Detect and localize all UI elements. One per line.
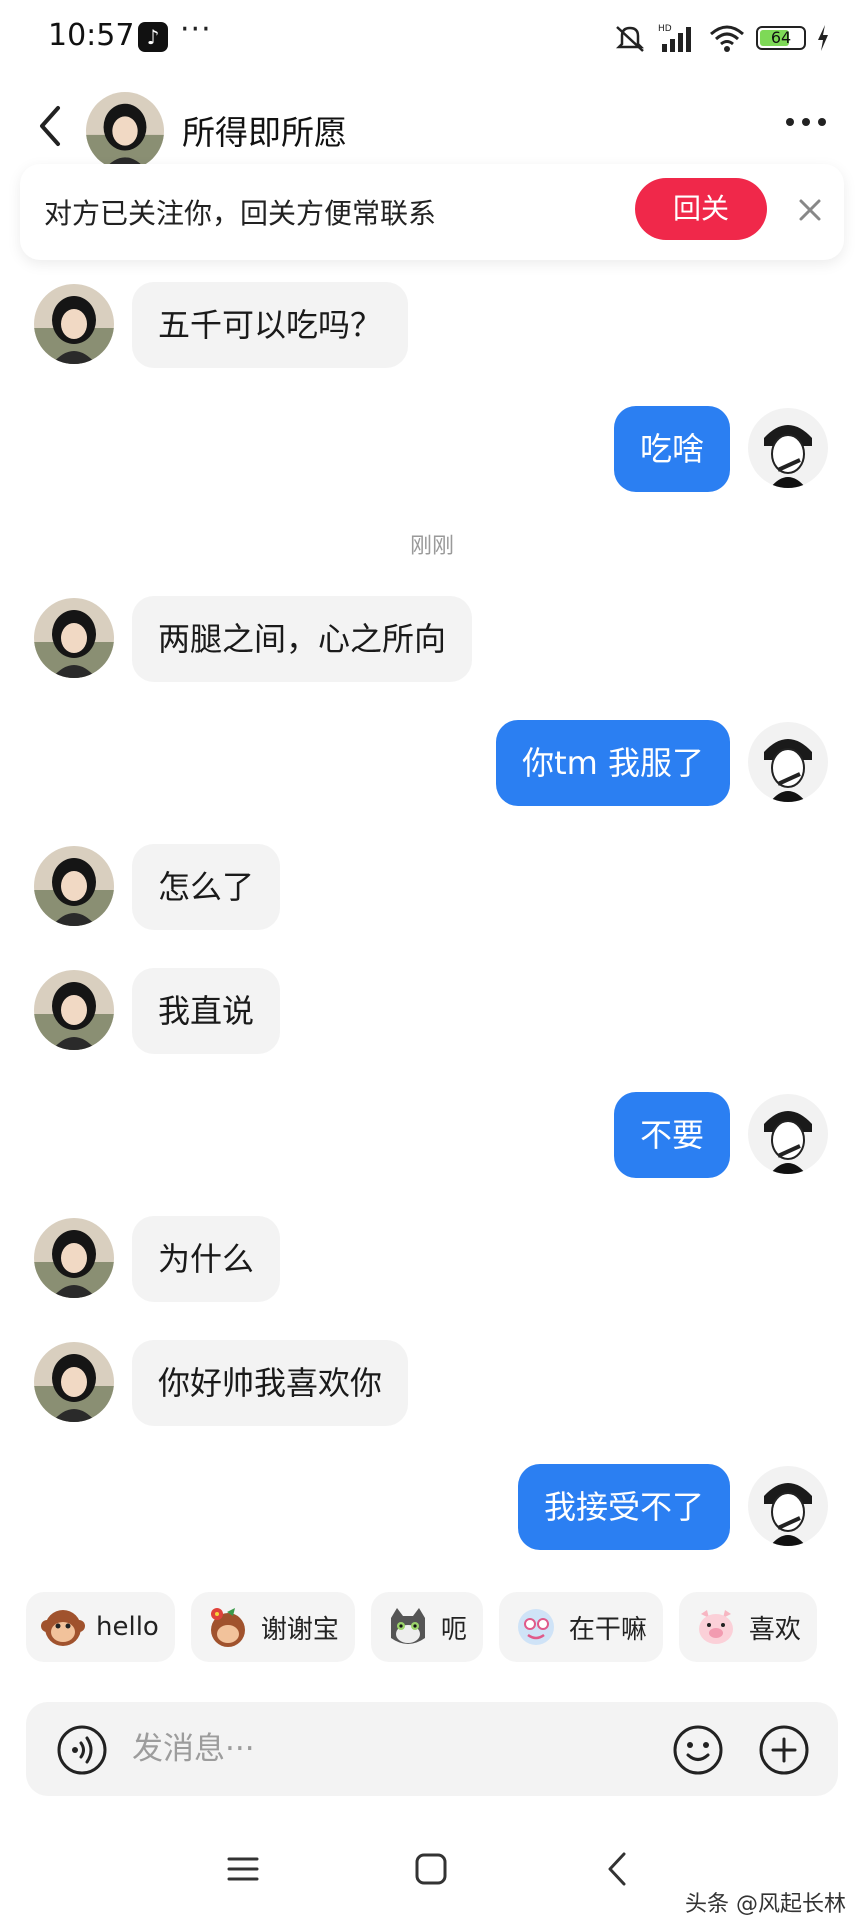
message-bubble-received[interactable]: 你好帅我喜欢你 (132, 1340, 409, 1426)
quick-reply-chip[interactable]: 喜欢 (678, 1592, 817, 1662)
message-bubble-sent[interactable]: 我接受不了 (517, 1464, 730, 1550)
battery-icon: 64 (756, 26, 806, 50)
quick-reply-chip[interactable]: hello (26, 1592, 175, 1662)
contact-avatar[interactable] (34, 1342, 114, 1422)
wifi-icon (710, 25, 744, 52)
signal-icon: HD (658, 24, 691, 52)
contact-avatar[interactable] (86, 92, 164, 170)
message-bubble-received[interactable]: 为什么 (132, 1216, 281, 1302)
quick-reply-label: 在干嘛 (568, 1614, 647, 1645)
message-bubble-received[interactable]: 我直说 (132, 968, 281, 1054)
my-avatar[interactable] (748, 1094, 828, 1174)
my-avatar[interactable] (748, 722, 828, 802)
more-icon[interactable] (782, 110, 830, 134)
quick-reply-label: 谢谢宝 (260, 1614, 339, 1645)
contact-avatar[interactable] (34, 598, 114, 678)
message-bubble-received[interactable]: 两腿之间，心之所向 (132, 596, 473, 682)
quick-reply-bar: hello 谢谢宝 呃 在干嘛 喜欢 (26, 1592, 817, 1662)
chat-header: 所得即所愿 (0, 76, 864, 176)
message-bubble-sent[interactable]: 吃啥 (613, 406, 730, 492)
message-bubble-sent[interactable]: 不要 (613, 1092, 730, 1178)
status-more-icon: ··· (180, 12, 212, 47)
quick-reply-chip[interactable]: 谢谢宝 (190, 1592, 355, 1662)
cartoon-emoji-icon (517, 1609, 554, 1645)
my-avatar[interactable] (748, 1466, 828, 1546)
home-icon[interactable] (414, 1852, 448, 1886)
follow-banner-text: 对方已关注你，回关方便常联系 (44, 197, 437, 230)
contact-name: 所得即所愿 (182, 113, 347, 152)
follow-back-button[interactable]: 回关 (635, 178, 767, 240)
message-input-bar: 发消息··· (26, 1702, 838, 1796)
close-icon[interactable] (794, 194, 826, 226)
plus-icon[interactable] (758, 1724, 810, 1776)
status-bar: 10:57 ♪ ··· HD 64 (0, 0, 864, 76)
quick-reply-chip[interactable]: 呃 (370, 1592, 483, 1662)
quick-reply-label: 呃 (440, 1614, 467, 1645)
status-time: 10:57 (48, 18, 135, 53)
pig-emoji-icon (698, 1610, 733, 1644)
contact-avatar[interactable] (34, 970, 114, 1050)
mute-icon (615, 26, 645, 52)
svg-text:HD: HD (658, 24, 672, 34)
cat-emoji-icon (390, 1608, 425, 1644)
status-icons: HD 64 (612, 20, 830, 56)
follow-back-banner: 对方已关注你，回关方便常联系 回关 (20, 164, 844, 260)
message-bubble-sent[interactable]: 你tm 我服了 (496, 720, 730, 806)
quick-reply-chip[interactable]: 在干嘛 (498, 1592, 663, 1662)
charging-icon (818, 25, 828, 51)
emoji-icon[interactable] (672, 1724, 724, 1776)
nav-back-icon[interactable] (602, 1850, 632, 1888)
monkey-emoji-icon (41, 1610, 85, 1646)
my-avatar[interactable] (748, 408, 828, 488)
voice-icon[interactable] (56, 1724, 108, 1776)
battery-level: 64 (770, 28, 792, 47)
watermark: 头条 @风起长林 (685, 1892, 846, 1917)
quick-reply-label: 喜欢 (748, 1614, 801, 1645)
message-input[interactable]: 发消息··· (132, 1702, 255, 1796)
contact-avatar[interactable] (34, 1218, 114, 1298)
quick-reply-label: hello (96, 1612, 159, 1642)
menu-icon[interactable] (226, 1852, 260, 1886)
back-icon[interactable] (30, 98, 70, 154)
message-bubble-received[interactable]: 五千可以吃吗？ (132, 282, 409, 368)
message-timestamp: 刚刚 (409, 534, 454, 559)
tiktok-icon: ♪ (138, 22, 168, 52)
contact-avatar[interactable] (34, 284, 114, 364)
monkey-flower-emoji-icon (210, 1608, 245, 1647)
contact-avatar[interactable] (34, 846, 114, 926)
message-bubble-received[interactable]: 怎么了 (132, 844, 281, 930)
